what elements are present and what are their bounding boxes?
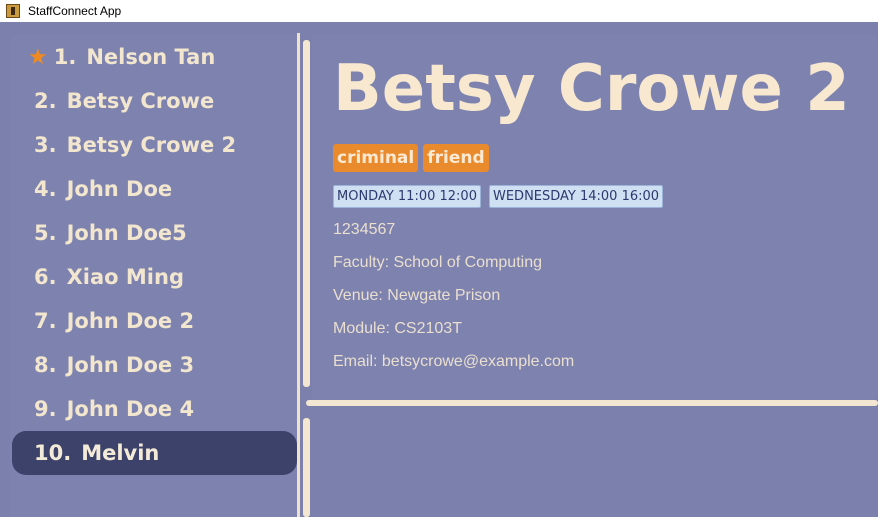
list-item-name: John Doe 4 bbox=[66, 397, 195, 421]
list-item[interactable]: ★ 1. Nelson Tan bbox=[12, 35, 297, 79]
list-item[interactable]: 3. Betsy Crowe 2 bbox=[12, 123, 297, 167]
list-item-index: 4. bbox=[34, 177, 57, 201]
list-item-selected[interactable]: 10. Melvin bbox=[12, 431, 297, 475]
list-item-index: 9. bbox=[34, 397, 57, 421]
list-item-name: Melvin bbox=[81, 441, 160, 465]
venue-field: Venue: Newgate Prison bbox=[333, 287, 501, 304]
email-field: Email: betsycrowe@example.com bbox=[333, 353, 575, 370]
list-item[interactable]: 5. John Doe5 bbox=[12, 211, 297, 255]
list-item[interactable]: 2. Betsy Crowe bbox=[12, 79, 297, 123]
list-item-index: 5. bbox=[34, 221, 57, 245]
detail-scrollbar[interactable] bbox=[303, 40, 310, 387]
list-item[interactable]: 6. Xiao Ming bbox=[12, 255, 297, 299]
list-item-name: Nelson Tan bbox=[86, 45, 216, 69]
list-item-name: John Doe 2 bbox=[66, 309, 195, 333]
list-item-name: John Doe5 bbox=[66, 221, 187, 245]
list-item-index: 1. bbox=[53, 45, 77, 69]
list-item-index: 8. bbox=[34, 353, 57, 377]
person-name-heading: Betsy Crowe 2 bbox=[333, 52, 850, 126]
list-item[interactable]: 9. John Doe 4 bbox=[12, 387, 297, 431]
list-item-name: John Doe 3 bbox=[66, 353, 195, 377]
list-item-index: 2. bbox=[34, 89, 57, 113]
tag-badge: criminal bbox=[333, 144, 419, 172]
list-item[interactable]: 7. John Doe 2 bbox=[12, 299, 297, 343]
list-item-name: Xiao Ming bbox=[66, 265, 184, 289]
availability-badge: WEDNESDAY 14:00 16:00 bbox=[488, 185, 664, 208]
list-item-index: 10. bbox=[34, 441, 72, 465]
app-icon bbox=[6, 4, 20, 18]
list-item-name: Betsy Crowe bbox=[66, 89, 215, 113]
list-item-index: 7. bbox=[34, 309, 57, 333]
panel-divider[interactable] bbox=[297, 33, 300, 517]
list-item[interactable]: 8. John Doe 3 bbox=[12, 343, 297, 387]
list-item-index: 6. bbox=[34, 265, 57, 289]
horizontal-divider[interactable] bbox=[306, 400, 878, 406]
tag-badge: friend bbox=[423, 144, 489, 172]
module-field: Module: CS2103T bbox=[333, 320, 462, 337]
availability-list: MONDAY 11:00 12:00 WEDNESDAY 14:00 16:00 bbox=[333, 185, 664, 208]
availability-badge: MONDAY 11:00 12:00 bbox=[333, 185, 481, 208]
window-title: StaffConnect App bbox=[28, 4, 122, 18]
list-item-name: Betsy Crowe 2 bbox=[66, 133, 237, 157]
tag-list: criminal friend bbox=[333, 144, 489, 172]
result-scrollbar[interactable] bbox=[303, 418, 310, 517]
title-bar: StaffConnect App bbox=[0, 0, 878, 22]
list-item-name: John Doe bbox=[66, 177, 173, 201]
list-item[interactable]: 4. John Doe bbox=[12, 167, 297, 211]
faculty-field: Faculty: School of Computing bbox=[333, 254, 542, 271]
list-item-index: 3. bbox=[34, 133, 57, 157]
phone-field: 1234567 bbox=[333, 221, 396, 238]
star-icon: ★ bbox=[28, 44, 48, 70]
